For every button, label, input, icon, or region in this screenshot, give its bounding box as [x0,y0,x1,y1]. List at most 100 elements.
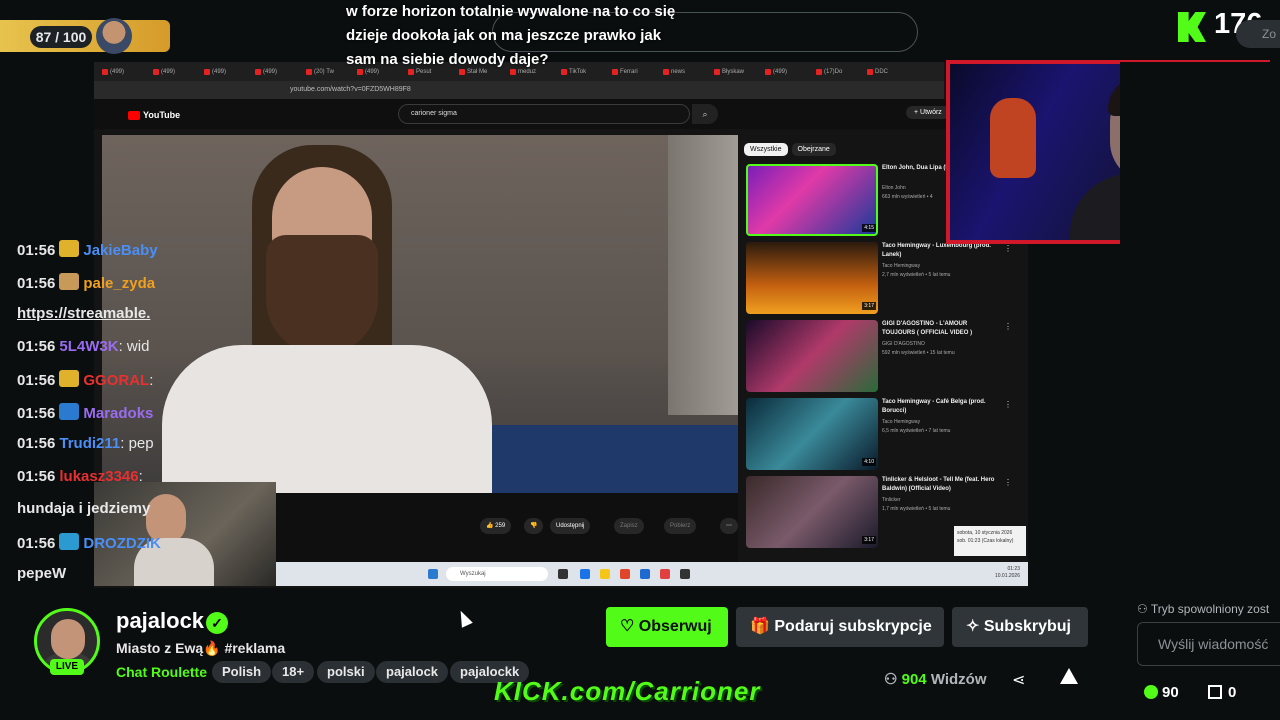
browser-tab[interactable]: (499) [765,66,787,78]
channel-points[interactable]: 90 [1144,684,1179,701]
browser-tab[interactable]: (17)Do [816,66,842,78]
rec-thumbnail[interactable] [746,164,878,236]
windows-start-icon[interactable] [428,569,438,579]
rec-title[interactable]: Taco Hemingway - Café Belga (prod. Boruc… [882,398,1002,416]
recommendation-item[interactable]: GIGI D'AGOSTINO - L'AMOUR TOUJOURS ( OFF… [746,320,1026,392]
tab-favicon-icon [204,69,210,75]
youtube-search-input[interactable]: carioner sigma [398,104,690,124]
follow-button[interactable]: ♡ Obserwuj [606,607,728,647]
chat-time: 01:56 [17,372,56,389]
like-button[interactable]: 👍 259 [480,518,512,534]
rec-channel: Tinlicker [882,497,901,503]
app-icon[interactable] [660,569,670,579]
browser-tab[interactable]: DDC [867,66,888,78]
chat-username[interactable]: JakieBaby [83,242,157,259]
recommendation-item[interactable]: 4:10 Taco Hemingway - Café Belga (prod. … [746,398,1026,470]
browser-tab[interactable]: (499) [204,66,226,78]
youtube-player[interactable] [102,135,738,493]
share-icon[interactable]: ⋖ [1012,670,1025,690]
recommendation-item[interactable]: 3:17 Taco Hemingway - Luxembourg (prod. … [746,242,1026,314]
browser-tab[interactable]: (499) [102,66,124,78]
browser-icon[interactable] [580,569,590,579]
rec-title[interactable]: GIGI D'AGOSTINO - L'AMOUR TOUJOURS ( OFF… [882,320,1002,338]
gift-value: 0 [1228,684,1237,701]
chat-username[interactable]: Maradoks [83,405,153,422]
category-link[interactable]: Chat Roulette [116,664,207,680]
tab-favicon-icon [102,69,108,75]
store-icon[interactable] [640,569,650,579]
rec-title[interactable]: Tinlicker & Helsloot - Tell Me (feat. He… [882,476,1002,494]
rec-more-icon[interactable]: ⋮ [1004,478,1012,487]
tag-chip[interactable]: pajalock [376,661,449,683]
browser-tab[interactable]: (20) Tw [306,66,334,78]
rec-more-icon[interactable]: ⋮ [1004,400,1012,409]
stream-video[interactable]: (499) (499) (499) (499) (20) Tw (499) Pesut Sta… [94,62,1028,588]
browser-tab[interactable]: (499) [153,66,175,78]
subscribe-label: Subskrybuj [983,618,1071,635]
viewers-label: Widzów [930,671,987,688]
taskbar-clock[interactable]: 01:23 10.01.2026 [995,566,1020,580]
chat-input[interactable]: Wyślij wiadomość [1137,622,1280,666]
gift-counter[interactable]: 0 [1208,684,1236,701]
chat-username[interactable]: Trudi211 [59,435,120,452]
channel-name[interactable]: pajalock [116,608,204,634]
rec-thumbnail[interactable] [746,320,878,392]
rec-thumbnail[interactable] [746,242,878,314]
chat-message: 01:56 5L4W3K: wid [17,338,149,355]
mouse-cursor-icon [455,608,473,628]
chat-username[interactable]: DROZDZIK [83,535,161,552]
report-icon[interactable] [1060,668,1078,684]
tag-chip[interactable]: 18+ [272,661,315,683]
zoom-button[interactable]: Zo [1236,20,1280,48]
youtube-search-icon[interactable]: ⌕ [692,104,718,124]
chat-badge-icon [59,240,80,257]
subscribe-button[interactable]: ✧ Subskrybuj [952,607,1088,647]
chat-time: 01:56 [17,534,56,552]
chat-text: : pep [120,435,154,452]
chat-username[interactable]: lukasz3346 [59,468,138,485]
chat-username[interactable]: pale_zyda [83,275,155,292]
chat-time: 01:56 [17,337,56,355]
dislike-button[interactable]: 👎 [524,518,544,534]
browser-address-bar[interactable]: youtube.com/watch?v=0FZD5WH89F8 [94,81,944,99]
folder-icon[interactable] [600,569,610,579]
share-button[interactable]: Udostępnij [550,518,591,534]
chat-message: hundaja i jedziemy [17,500,150,517]
rec-title[interactable]: Taco Hemingway - Luxembourg (prod. Lanek… [882,242,1002,260]
kick-url-watermark: KICK.com/Carrioner [494,676,761,706]
gift-sub-button[interactable]: 🎁 Podaruj subskrypcje [736,607,944,647]
youtube-logo-text: YouTube [143,110,181,120]
address-url[interactable]: youtube.com/watch?v=0FZD5WH89F8 [290,86,411,93]
tag-chip[interactable]: Polish [212,661,272,683]
viewer-count: ⚇ 904 Widzów [884,671,987,688]
rec-more-icon[interactable]: ⋮ [1004,322,1012,331]
browser-tab[interactable]: Błyskaw [714,66,744,78]
chat-username[interactable]: GGORAL [83,372,149,389]
rec-more-icon[interactable]: ⋮ [1004,244,1012,253]
brave-icon[interactable] [620,569,630,579]
browser-tab[interactable]: (499) [255,66,277,78]
rec-thumbnail[interactable] [746,476,878,548]
youtube-logo[interactable]: YouTube [128,110,180,120]
rec-duration: 4:15 [862,224,876,232]
app-icon[interactable] [680,569,690,579]
tag-chip[interactable]: polski [317,661,375,683]
download-button[interactable]: Pobierz [664,518,697,534]
chat-username[interactable]: 5L4W3K [59,338,118,355]
taskview-icon[interactable] [558,569,568,579]
chat-text[interactable]: https://streamable. [17,305,150,322]
chip-all[interactable]: Wszystkie [744,143,788,156]
taskbar-search-input[interactable]: Wyszukaj [446,567,548,581]
couch [488,425,738,493]
chat-time: 01:56 [17,467,56,485]
tab-favicon-icon [816,69,822,75]
recommendation-item[interactable]: 3:17 Tinlicker & Helsloot - Tell Me (fea… [746,476,1026,548]
chip-watched[interactable]: Obejrzane [791,143,836,156]
overlay-line: w forze horizon totalnie wywalone na to … [346,3,676,20]
youtube-play-icon [128,110,140,120]
youtube-create-button[interactable]: + Utwórz [906,106,950,119]
more-icon[interactable]: ⋯ [720,518,738,534]
stream-title: Miasto z Ewą🔥 #reklama [116,640,286,656]
rec-thumbnail[interactable] [746,398,878,470]
save-button[interactable]: Zapisz [614,518,644,534]
